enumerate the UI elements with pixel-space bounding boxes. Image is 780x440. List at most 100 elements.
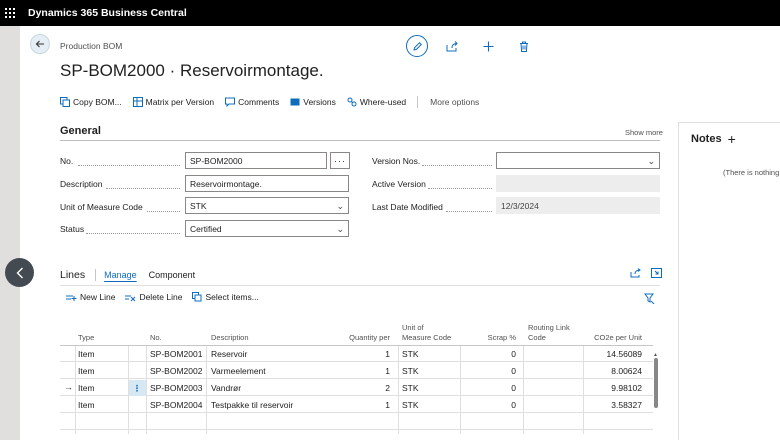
row-menu-button[interactable]: ⋮ bbox=[128, 380, 146, 396]
row-co2e: 3.58327 bbox=[611, 400, 642, 410]
delete-line-button[interactable]: Delete Line bbox=[125, 292, 182, 302]
matrix-per-version-action[interactable]: Matrix per Version bbox=[132, 97, 214, 107]
where-used-icon bbox=[347, 97, 357, 107]
chevron-down-icon: ⌄ bbox=[336, 201, 344, 211]
lines-divider bbox=[60, 285, 660, 286]
col-no[interactable]: No. bbox=[150, 333, 162, 343]
collapse-nav-button[interactable] bbox=[5, 258, 34, 287]
col-uom-line1: Unit of bbox=[402, 323, 424, 332]
back-button[interactable] bbox=[30, 34, 50, 54]
row-description: Testpakke til reservoir bbox=[211, 400, 294, 410]
no-field[interactable]: SP-BOM2000 bbox=[185, 152, 327, 169]
last-modified-field: 12/3/2024 bbox=[496, 197, 660, 214]
new-button[interactable] bbox=[476, 34, 500, 58]
versions-label: Versions bbox=[303, 97, 336, 107]
scroll-thumb[interactable] bbox=[654, 358, 658, 408]
add-note-button[interactable]: + bbox=[728, 131, 736, 147]
delete-line-label: Delete Line bbox=[139, 292, 183, 302]
notes-title-label: Notes bbox=[691, 133, 722, 145]
versions-action[interactable]: Versions bbox=[290, 97, 336, 107]
col-routing-link[interactable]: Routing Link Code bbox=[528, 323, 570, 343]
top-bar: Dynamics 365 Business Central bbox=[0, 0, 780, 26]
trash-icon bbox=[520, 41, 528, 52]
table-row[interactable]: Item SP-BOM2004 Testpakke til reservoir … bbox=[60, 397, 653, 413]
last-modified-label: Last Date Modified bbox=[372, 202, 443, 212]
no-leader bbox=[78, 165, 180, 166]
grid-line bbox=[460, 346, 461, 434]
share-button[interactable] bbox=[440, 34, 464, 58]
select-items-label: Select items... bbox=[205, 292, 259, 302]
uom-value: STK bbox=[190, 201, 207, 211]
edit-button[interactable] bbox=[406, 35, 428, 57]
tab-separator bbox=[95, 269, 97, 281]
row-scrap: 0 bbox=[511, 349, 516, 359]
col-co2e[interactable]: CO2e per Unit bbox=[580, 333, 642, 343]
section-divider bbox=[60, 140, 660, 141]
row-uom: STK bbox=[402, 349, 419, 359]
row-qty: 1 bbox=[385, 349, 390, 359]
expand-icon[interactable] bbox=[651, 268, 662, 278]
more-options-button[interactable]: More options bbox=[430, 97, 479, 107]
uom-label: Unit of Measure Code bbox=[60, 202, 143, 212]
row-co2e: 8.00624 bbox=[611, 366, 642, 376]
row-qty: 1 bbox=[385, 366, 390, 376]
lines-header: Lines Manage Component bbox=[60, 268, 207, 282]
app-launcher-icon[interactable] bbox=[0, 0, 20, 26]
description-leader bbox=[106, 188, 180, 189]
breadcrumb: Production BOM bbox=[60, 41, 123, 51]
row-uom: STK bbox=[402, 366, 419, 376]
delete-line-icon bbox=[125, 293, 136, 302]
col-uom-line2: Measure Code bbox=[402, 333, 452, 342]
last-modified-leader bbox=[446, 211, 492, 212]
new-line-button[interactable]: New Line bbox=[66, 292, 115, 302]
status-select[interactable]: Certified ⌄ bbox=[185, 220, 349, 237]
general-section-title[interactable]: General bbox=[60, 125, 101, 137]
grid-line bbox=[583, 346, 584, 434]
uom-select[interactable]: STK ⌄ bbox=[185, 197, 349, 214]
copy-bom-label: Copy BOM... bbox=[73, 97, 122, 107]
new-line-label: New Line bbox=[80, 292, 116, 302]
col-type[interactable]: Type bbox=[78, 333, 94, 343]
no-assist-button[interactable]: ··· bbox=[330, 152, 350, 169]
uom-leader bbox=[147, 211, 180, 212]
page-title: SP-BOM2000 · Reservoirmontage. bbox=[60, 61, 324, 80]
table-row-active[interactable]: → Item ⋮ SP-BOM2003 Vandrør 2 STK 0 9.98… bbox=[60, 380, 653, 396]
filter-pane-icon[interactable] bbox=[644, 293, 655, 304]
lines-scrollbar[interactable]: ▲ bbox=[653, 334, 659, 410]
version-nos-select[interactable]: ⌄ bbox=[496, 152, 660, 169]
share-icon[interactable] bbox=[630, 268, 641, 278]
row-no[interactable]: SP-BOM2004 bbox=[150, 400, 202, 410]
grid-line bbox=[75, 346, 76, 434]
delete-button[interactable] bbox=[512, 34, 536, 58]
table-row[interactable]: Item SP-BOM2002 Varmeelement 1 STK 0 8.0… bbox=[60, 363, 653, 379]
tab-manage[interactable]: Manage bbox=[104, 270, 137, 280]
lines-title[interactable]: Lines bbox=[60, 269, 85, 281]
row-no[interactable]: SP-BOM2002 bbox=[150, 366, 202, 376]
comments-action[interactable]: Comments bbox=[225, 97, 279, 107]
chevron-down-icon: ⌄ bbox=[336, 224, 344, 234]
row-no[interactable]: SP-BOM2003 bbox=[150, 383, 202, 393]
col-quantity-per[interactable]: Quantity per bbox=[320, 333, 390, 343]
col-uom[interactable]: Unit of Measure Code bbox=[402, 323, 451, 343]
copy-bom-action[interactable]: Copy BOM... bbox=[60, 97, 122, 107]
tab-component[interactable]: Component bbox=[149, 270, 196, 280]
description-field[interactable]: Reservoirmontage. bbox=[185, 175, 349, 192]
where-used-label: Where-used bbox=[359, 97, 407, 107]
status-value: Certified bbox=[190, 224, 222, 234]
where-used-action[interactable]: Where-used bbox=[347, 97, 406, 107]
select-items-button[interactable]: Select items... bbox=[192, 292, 259, 302]
row-type: Item bbox=[78, 366, 95, 376]
row-description: Varmeelement bbox=[211, 366, 266, 376]
left-strip bbox=[0, 26, 20, 440]
comment-icon bbox=[225, 97, 236, 107]
table-row-empty[interactable] bbox=[60, 414, 653, 430]
col-scrap[interactable]: Scrap % bbox=[460, 333, 516, 343]
show-more-link[interactable]: Show more bbox=[625, 128, 663, 137]
row-no[interactable]: SP-BOM2001 bbox=[150, 349, 202, 359]
col-description[interactable]: Description bbox=[211, 333, 249, 343]
table-row[interactable]: Item SP-BOM2001 Reservoir 1 STK 0 14.560… bbox=[60, 346, 653, 362]
row-co2e: 9.98102 bbox=[611, 383, 642, 393]
current-row-arrow-icon: → bbox=[64, 382, 73, 392]
row-qty: 2 bbox=[385, 383, 390, 393]
action-separator bbox=[417, 96, 419, 108]
